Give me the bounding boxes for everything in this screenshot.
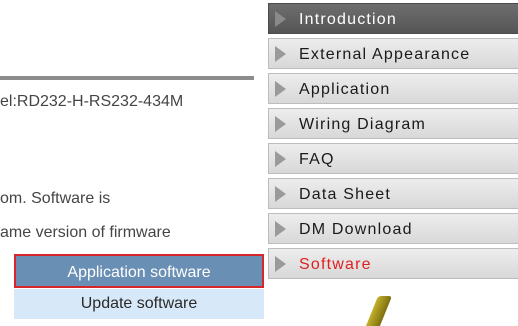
sidebar-item-introduction[interactable]: Introduction	[268, 3, 518, 34]
sidebar-item-faq[interactable]: FAQ	[268, 143, 518, 174]
sidebar-item-software[interactable]: Software	[268, 248, 518, 279]
arrow-right-icon	[275, 221, 286, 237]
application-software-button[interactable]: Application software	[14, 254, 264, 288]
arrow-right-icon	[275, 256, 286, 272]
sidebar-item-wiring-diagram[interactable]: Wiring Diagram	[268, 108, 518, 139]
sidebar-item-label: Data Sheet	[299, 186, 392, 203]
arrow-right-icon	[275, 46, 286, 62]
sidebar-item-label: External Appearance	[299, 46, 471, 63]
sidebar-item-label: DM Download	[299, 221, 413, 238]
sidebar-item-label: Wiring Diagram	[299, 116, 427, 133]
sidebar-item-dm-download[interactable]: DM Download	[268, 213, 518, 244]
arrow-right-icon	[275, 186, 286, 202]
section-divider	[0, 76, 254, 80]
arrow-right-icon	[275, 151, 286, 167]
sidebar-item-label: Introduction	[299, 11, 398, 28]
firmware-description-text: ame version of firmware	[0, 224, 171, 241]
arrow-right-icon	[275, 116, 286, 132]
arrow-right-icon	[275, 81, 286, 97]
arrow-right-icon	[275, 11, 286, 27]
sidebar-item-label: Software	[299, 256, 372, 273]
software-description-text: om. Software is	[0, 190, 111, 207]
sidebar-item-application[interactable]: Application	[268, 73, 518, 104]
update-software-button[interactable]: Update software	[14, 289, 264, 319]
sidebar-item-data-sheet[interactable]: Data Sheet	[268, 178, 518, 209]
sidebar-nav: Introduction External Appearance Applica…	[268, 3, 518, 283]
sidebar-item-external-appearance[interactable]: External Appearance	[268, 38, 518, 69]
sidebar-item-label: Application	[299, 81, 391, 98]
model-text: el:RD232-H-RS232-434M	[0, 93, 184, 110]
sidebar-item-label: FAQ	[299, 151, 335, 168]
